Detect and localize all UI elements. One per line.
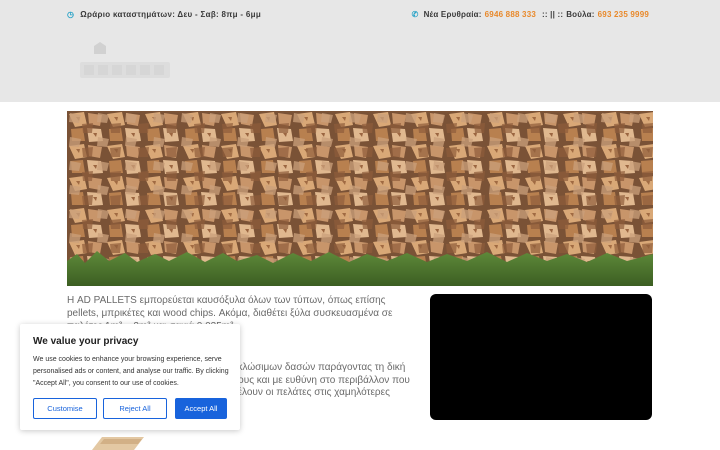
phone-separator: :: || :: xyxy=(542,10,564,19)
clock-icon: ◷ xyxy=(67,10,75,19)
customise-button[interactable]: Customise xyxy=(33,398,97,419)
phone1-label: Νέα Ερυθραία: xyxy=(423,10,482,19)
cookie-consent-banner: We value your privacy We use cookies to … xyxy=(20,324,240,430)
phone2-label: Βούλα: xyxy=(566,10,595,19)
hero-firewood-image xyxy=(67,111,653,286)
phone-numbers: ✆ Νέα Ερυθραία: 6946 888 333 :: || :: Βο… xyxy=(412,10,652,19)
pallet-image xyxy=(92,437,144,450)
reject-all-button[interactable]: Reject All xyxy=(103,398,167,419)
cookie-text: We use cookies to enhance your browsing … xyxy=(33,356,229,388)
phone-icon: ✆ xyxy=(411,10,419,19)
cookie-title: We value your privacy xyxy=(33,336,139,347)
opening-hours-text: Ωράριο καταστημάτων: Δευ - Σαβ: 8πμ - 6μ… xyxy=(80,10,262,19)
page: ◷ Ωράριο καταστημάτων: Δευ - Σαβ: 8πμ - … xyxy=(0,0,720,450)
video-player[interactable] xyxy=(430,294,652,420)
site-header: ◷ Ωράριο καταστημάτων: Δευ - Σαβ: 8πμ - … xyxy=(0,0,720,102)
content-paragraph: υκλώσιμων δασών παράγοντας τη δική σους … xyxy=(232,362,410,398)
phone2-link[interactable]: 693 235 9999 xyxy=(598,10,649,19)
opening-hours: ◷ Ωράριο καταστημάτων: Δευ - Σαβ: 8πμ - … xyxy=(67,10,261,19)
site-logo[interactable] xyxy=(78,40,173,88)
phone1-link[interactable]: 6946 888 333 xyxy=(485,10,536,19)
accept-all-button[interactable]: Accept All xyxy=(175,398,227,419)
top-bar: ◷ Ωράριο καταστημάτων: Δευ - Σαβ: 8πμ - … xyxy=(0,0,720,30)
